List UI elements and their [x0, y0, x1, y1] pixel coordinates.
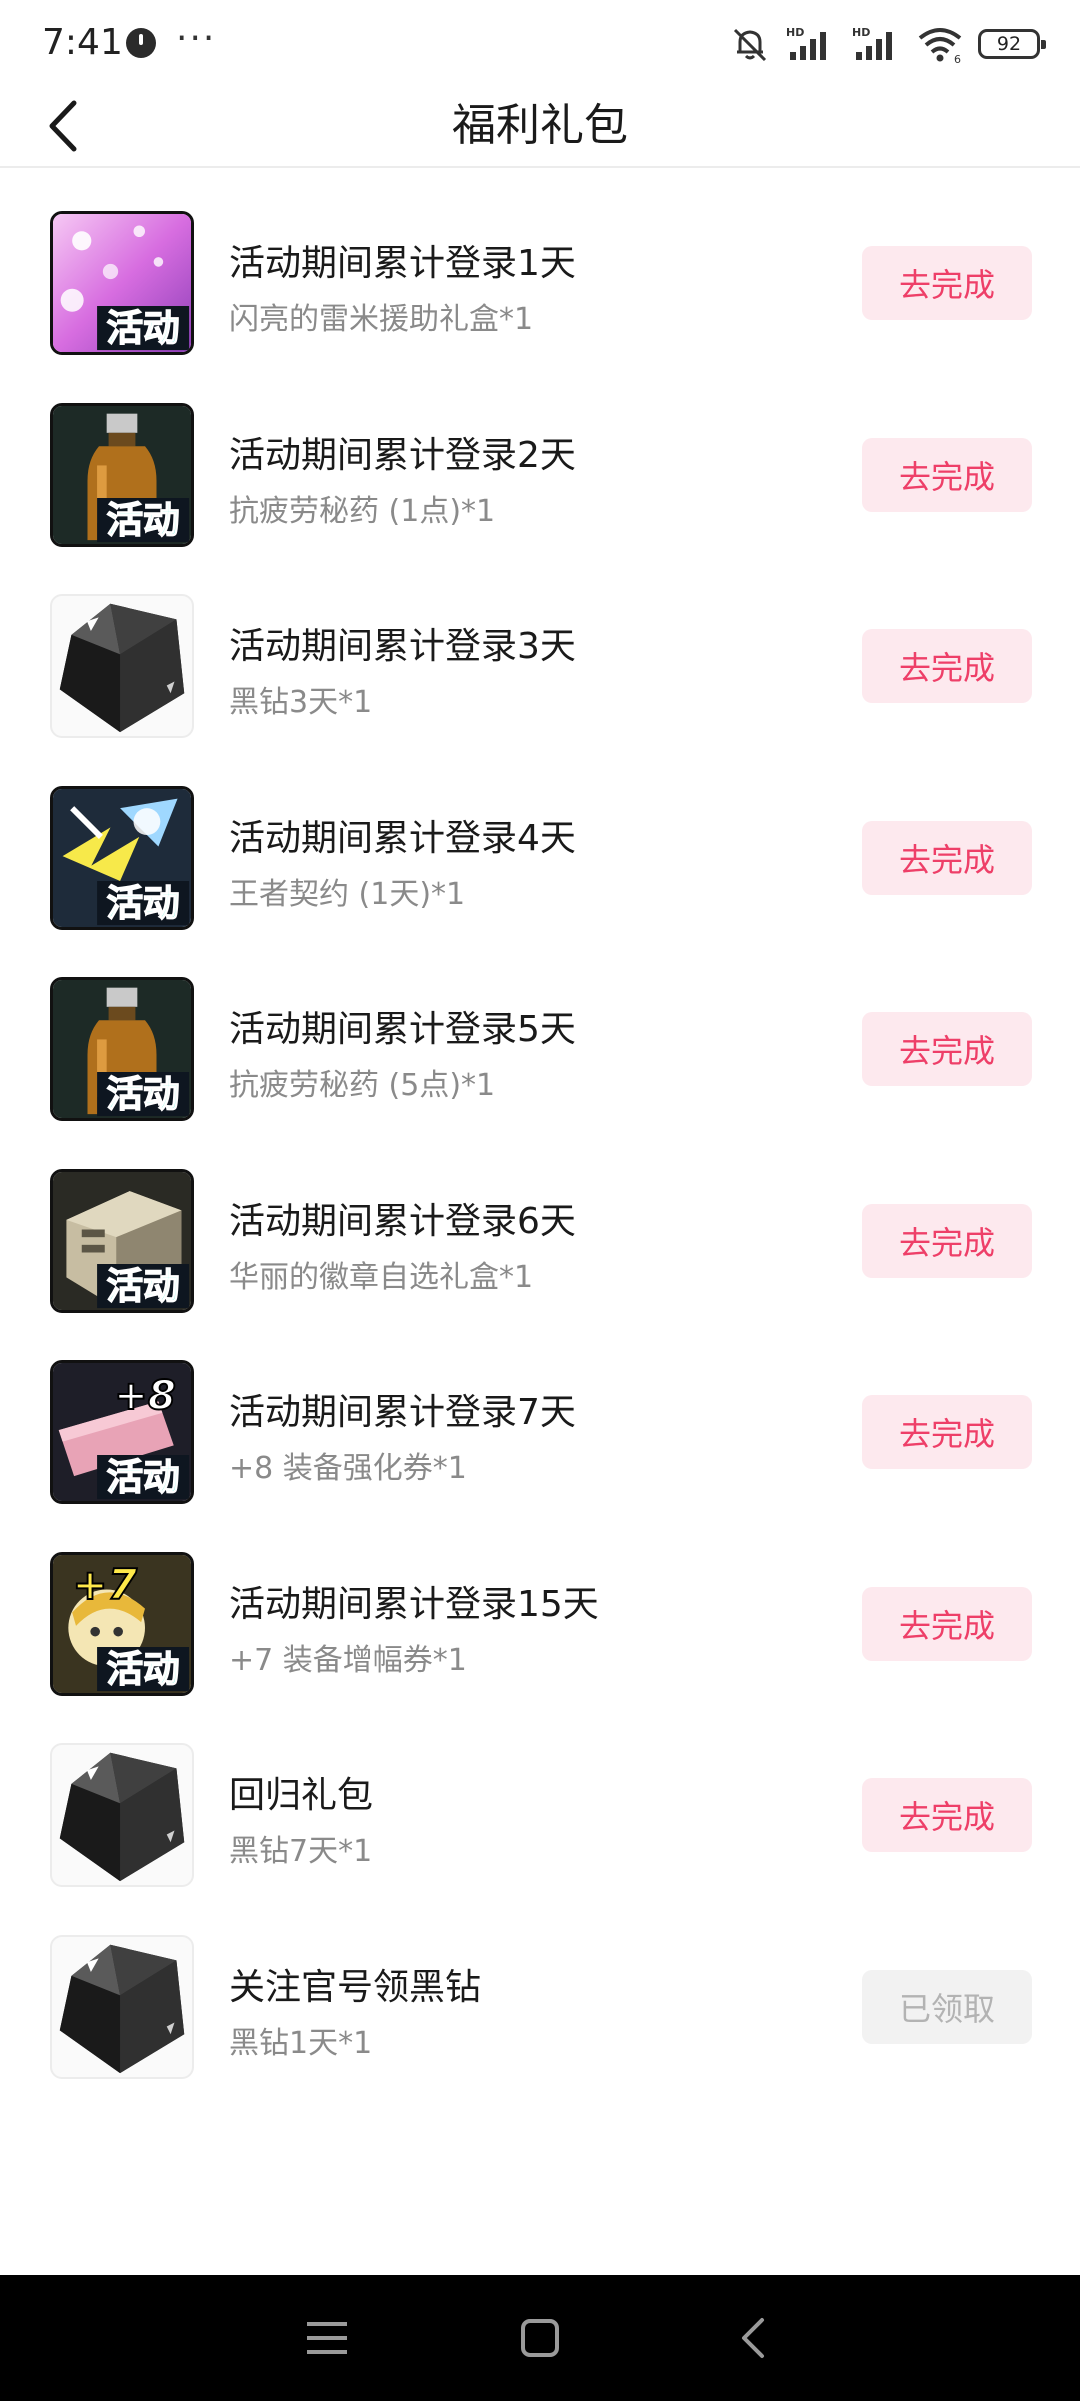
item-title: 活动期间累计登录6天	[229, 1200, 576, 1242]
nav-back-icon	[742, 2318, 765, 2358]
svg-text:活动: 活动	[107, 498, 180, 541]
potion-bottle-icon: 活动	[50, 402, 194, 547]
claimed-button[interactable]: 已领取	[862, 1969, 1032, 2044]
go-complete-button[interactable]: 去完成	[862, 1203, 1032, 1278]
svg-text:活动: 活动	[107, 307, 180, 350]
item-subtitle: 闪亮的雷米援助礼盒*1	[229, 302, 534, 337]
system-nav-bar	[0, 2275, 1080, 2401]
go-complete-button[interactable]: 去完成	[862, 1586, 1032, 1661]
item-subtitle: +7 装备增幅券*1	[229, 1642, 467, 1678]
svg-text:HD: HD	[786, 26, 804, 39]
svg-text:活动: 活动	[107, 1456, 180, 1499]
item-subtitle: +8 装备强化券*1	[229, 1451, 467, 1486]
go-complete-button[interactable]: 去完成	[862, 1395, 1032, 1469]
home-square-icon	[520, 2319, 559, 2357]
signal-hd-1-icon: HD	[786, 26, 826, 60]
sparkle-box-icon: 活动	[50, 211, 194, 355]
svg-text:+8: +8	[114, 1373, 176, 1419]
clock-icon	[126, 28, 156, 58]
item-title: 活动期间累计登录5天	[229, 1009, 576, 1050]
svg-text:活动: 活动	[107, 1647, 180, 1690]
go-complete-button[interactable]: 去完成	[862, 437, 1032, 512]
list-item: +8 活动 活动期间累计登录7天 +8 装备强化券*1 去完成	[0, 1317, 1080, 1509]
plus8-ticket-icon: +8 活动	[50, 1360, 194, 1504]
item-title: 活动期间累计登录7天	[229, 1392, 576, 1433]
plus7-ticket-icon: +7 活动	[50, 1551, 194, 1696]
go-complete-button[interactable]: 去完成	[862, 246, 1032, 320]
svg-text:+7: +7	[72, 1560, 137, 1609]
item-title: 活动期间累计登录1天	[229, 243, 576, 284]
mute-bell-icon	[733, 28, 767, 62]
wifi-icon: 6	[918, 28, 962, 64]
list-item: 活动 活动期间累计登录4天 王者契约 (1天)*1 去完成	[0, 743, 1080, 935]
black-diamond-icon	[50, 594, 194, 738]
item-subtitle: 抗疲劳秘药 (1点)*1	[229, 493, 496, 529]
battery-icon: 92	[978, 29, 1046, 59]
svg-text:6: 6	[954, 53, 961, 64]
black-diamond-icon	[50, 1934, 194, 2079]
app-header: 福利礼包	[0, 86, 1080, 168]
signal-hd-2-icon: HD	[852, 26, 892, 60]
go-complete-button[interactable]: 去完成	[862, 629, 1032, 703]
home-button[interactable]	[510, 2308, 570, 2368]
item-title: 活动期间累计登录3天	[229, 626, 576, 667]
svg-text:HD: HD	[852, 26, 870, 39]
item-title: 活动期间累计登录4天	[229, 817, 576, 859]
more-notifications-icon: ···	[176, 18, 217, 59]
item-title: 活动期间累计登录2天	[229, 434, 576, 476]
list-item: 活动期间累计登录3天 黑钻3天*1 去完成	[0, 551, 1080, 743]
item-title: 活动期间累计登录15天	[229, 1583, 599, 1625]
list-item: 回归礼包 黑钻7天*1 去完成	[0, 1700, 1080, 1892]
go-complete-button[interactable]: 去完成	[862, 1012, 1032, 1086]
item-title: 关注官号领黑钻	[229, 1966, 482, 2008]
svg-text:活动: 活动	[107, 881, 180, 924]
menu-button[interactable]	[297, 2308, 357, 2368]
nav-back-button[interactable]	[723, 2308, 783, 2368]
item-subtitle: 黑钻3天*1	[229, 685, 373, 720]
list-item: 关注官号领黑钻 黑钻1天*1 已领取	[0, 1892, 1080, 2084]
list-item: 活动 活动期间累计登录6天 华丽的徽章自选礼盒*1 去完成	[0, 1126, 1080, 1318]
list-item: 活动 活动期间累计登录5天 抗疲劳秘药 (5点)*1 去完成	[0, 934, 1080, 1126]
status-icons: HD HD 6 92	[730, 22, 1046, 66]
list-item: 活动 活动期间累计登录2天 抗疲劳秘药 (1点)*1 去完成	[0, 360, 1080, 552]
menu-icon	[306, 2322, 347, 2354]
list-item: 活动 活动期间累计登录1天 闪亮的雷米援助礼盒*1 去完成	[0, 168, 1080, 360]
svg-text:活动: 活动	[107, 1073, 180, 1116]
page-title: 福利礼包	[452, 100, 628, 151]
item-subtitle: 黑钻7天*1	[229, 1834, 373, 1869]
item-subtitle: 华丽的徽章自选礼盒*1	[229, 1259, 534, 1295]
king-contract-icon: 活动	[50, 785, 194, 930]
emblem-box-icon: 活动	[50, 1168, 194, 1313]
go-complete-button[interactable]: 去完成	[862, 1778, 1032, 1852]
item-subtitle: 抗疲劳秘药 (5点)*1	[229, 1068, 496, 1103]
black-diamond-icon	[50, 1743, 194, 1887]
item-title: 回归礼包	[229, 1775, 374, 1816]
go-complete-button[interactable]: 去完成	[862, 820, 1032, 895]
item-subtitle: 王者契约 (1天)*1	[229, 876, 466, 912]
status-time: 7:41	[42, 22, 123, 63]
reward-list: 活动 活动期间累计登录1天 闪亮的雷米援助礼盒*1 去完成 活动 活动期间累计登…	[0, 168, 1080, 2083]
item-subtitle: 黑钻1天*1	[229, 2025, 373, 2061]
status-bar: 7:41 ··· HD HD 6 92	[0, 0, 1080, 86]
potion-bottle-icon: 活动	[50, 977, 194, 1121]
svg-text:活动: 活动	[107, 1264, 180, 1307]
list-item: +7 活动 活动期间累计登录15天 +7 装备增幅券*1 去完成	[0, 1509, 1080, 1701]
